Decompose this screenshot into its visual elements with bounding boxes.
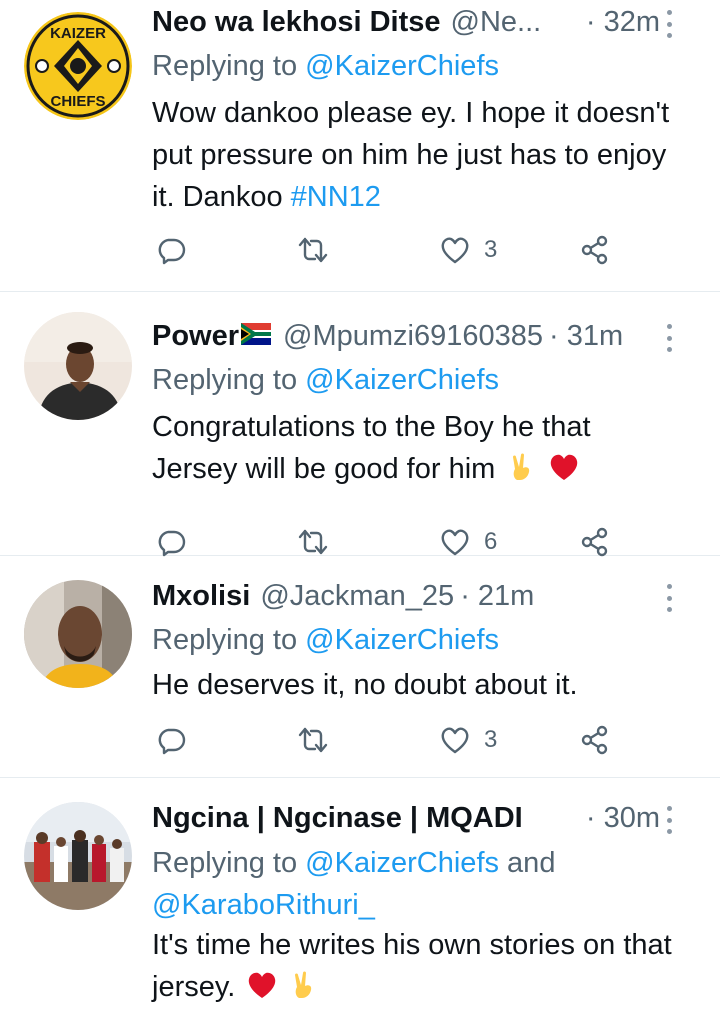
tweet-2[interactable]: Power @Mpumzi69160385 · 31m Replying to … <box>0 292 720 557</box>
tweet-4[interactable]: Ngcina | Ngcinase | MQADI · 30m Replying… <box>0 778 720 1013</box>
text-line-content: jersey. <box>152 971 236 1003</box>
heart-icon <box>441 237 469 264</box>
replying-to: Replying to @KaizerChiefs <box>152 46 700 86</box>
retweet-button[interactable] <box>298 230 328 270</box>
text-line: Congratulations to the Boy he that <box>152 411 591 443</box>
tweet-header: Power @Mpumzi69160385 · 31m <box>152 316 660 356</box>
like-button[interactable]: 3 <box>440 720 497 760</box>
tweet-actions: 3 <box>152 230 622 270</box>
reply-button[interactable] <box>156 230 186 270</box>
tweet-3[interactable]: Mxolisi @Jackman_25 · 21m Replying to @K… <box>0 556 720 778</box>
avatar[interactable] <box>24 802 132 910</box>
mention-link[interactable]: @KaizerChiefs <box>305 847 499 879</box>
more-options-icon[interactable] <box>664 584 674 612</box>
red-heart-emoji <box>249 972 276 998</box>
tweet-text: Wow dankoo please ey. I hope it doesn't … <box>152 92 700 218</box>
user-handle[interactable]: @Ne... <box>451 2 542 42</box>
display-name[interactable]: Ngcina | Ngcinase | MQADI <box>152 798 523 838</box>
tweet-1[interactable]: KAIZER CHIEFS Neo wa lekhosi Ditse @Ne..… <box>0 0 720 292</box>
mention-link[interactable]: @KaizerChiefs <box>305 50 499 82</box>
like-button[interactable]: 3 <box>440 230 497 270</box>
reply-icon <box>158 530 186 557</box>
mention-link[interactable]: @KaizerChiefs <box>305 624 499 656</box>
text-line-prefix: it. Dankoo <box>152 181 291 213</box>
avatar[interactable] <box>24 580 132 688</box>
hashtag-link[interactable]: #NN12 <box>291 181 381 213</box>
tweet-text: Congratulations to the Boy he that Jerse… <box>152 406 700 490</box>
display-name[interactable]: Power <box>152 316 239 356</box>
share-button[interactable] <box>580 230 610 270</box>
text-line: put pressure on him he just has to enjoy <box>152 139 667 171</box>
text-line: Jersey will be good for him <box>152 448 700 490</box>
share-icon <box>581 235 608 265</box>
reply-icon <box>158 238 186 265</box>
avatar[interactable] <box>24 312 132 420</box>
tweet-text: He deserves it, no doubt about it. <box>152 664 700 706</box>
timestamp[interactable]: · 32m <box>586 2 660 42</box>
text-line: It's time he writes his own stories on t… <box>152 929 672 961</box>
retweet-button[interactable] <box>298 720 328 760</box>
reply-icon <box>158 728 186 755</box>
more-options-icon[interactable] <box>664 10 674 38</box>
replying-prefix: Replying to <box>152 364 306 396</box>
victory-hand-emoji <box>295 971 312 998</box>
victory-hand-emoji <box>513 453 530 480</box>
like-count: 3 <box>484 726 498 753</box>
heart-icon <box>441 727 469 754</box>
text-line: He deserves it, no doubt about it. <box>152 669 578 701</box>
user-handle[interactable]: @Jackman_25 <box>260 576 454 616</box>
red-heart-emoji <box>551 454 578 480</box>
reply-button[interactable] <box>156 720 186 760</box>
tweet-actions: 3 <box>152 720 622 760</box>
tweet-header: Ngcina | Ngcinase | MQADI · 30m <box>152 798 660 838</box>
reply-feed: KAIZER CHIEFS Neo wa lekhosi Ditse @Ne..… <box>0 0 720 1013</box>
display-name[interactable]: Mxolisi <box>152 576 250 616</box>
share-icon <box>581 725 608 755</box>
display-name[interactable]: Neo wa lekhosi Ditse <box>152 2 441 42</box>
mention-link[interactable]: @KaraboRithuri_ <box>152 889 375 921</box>
text-line: it. Dankoo #NN12 <box>152 176 700 218</box>
timestamp[interactable]: · 30m <box>586 798 660 838</box>
logo-bottom-text: CHIEFS <box>50 93 105 110</box>
like-count: 3 <box>484 236 498 263</box>
share-button[interactable] <box>580 720 610 760</box>
heart-icon <box>441 529 469 556</box>
retweet-icon <box>298 727 328 753</box>
south-africa-flag-icon <box>241 323 272 345</box>
more-options-icon[interactable] <box>664 324 674 352</box>
replying-and: and <box>499 847 556 879</box>
mention-link[interactable]: @KaizerChiefs <box>305 364 499 396</box>
tweet-header: Mxolisi @Jackman_25 · 21m <box>152 576 660 616</box>
user-handle[interactable]: @Mpumzi69160385 <box>283 316 543 356</box>
replying-prefix: Replying to <box>152 847 306 879</box>
replying-to: Replying to @KaizerChiefs and @KaraboRit… <box>152 842 700 926</box>
timestamp[interactable]: · 21m <box>460 576 534 616</box>
replying-to: Replying to @KaizerChiefs <box>152 620 700 660</box>
share-icon <box>581 527 608 557</box>
avatar-kaizer-chiefs-logo[interactable]: KAIZER CHIEFS <box>24 12 132 120</box>
tweet-text: It's time he writes his own stories on t… <box>152 924 700 1008</box>
tweet-header: Neo wa lekhosi Ditse @Ne... · 32m <box>152 2 660 42</box>
more-options-icon[interactable] <box>664 806 674 834</box>
retweet-icon <box>298 237 328 263</box>
text-line-content: Jersey will be good for him <box>152 453 496 485</box>
text-line: Wow dankoo please ey. I hope it doesn't <box>152 97 670 129</box>
replying-to: Replying to @KaizerChiefs <box>152 360 700 400</box>
timestamp[interactable]: · 31m <box>549 316 623 356</box>
like-count: 6 <box>484 528 498 555</box>
text-line: jersey. <box>152 966 700 1008</box>
replying-prefix: Replying to <box>152 624 306 656</box>
retweet-icon <box>298 529 328 555</box>
logo-top-text: KAIZER <box>50 25 106 42</box>
replying-prefix: Replying to <box>152 50 306 82</box>
